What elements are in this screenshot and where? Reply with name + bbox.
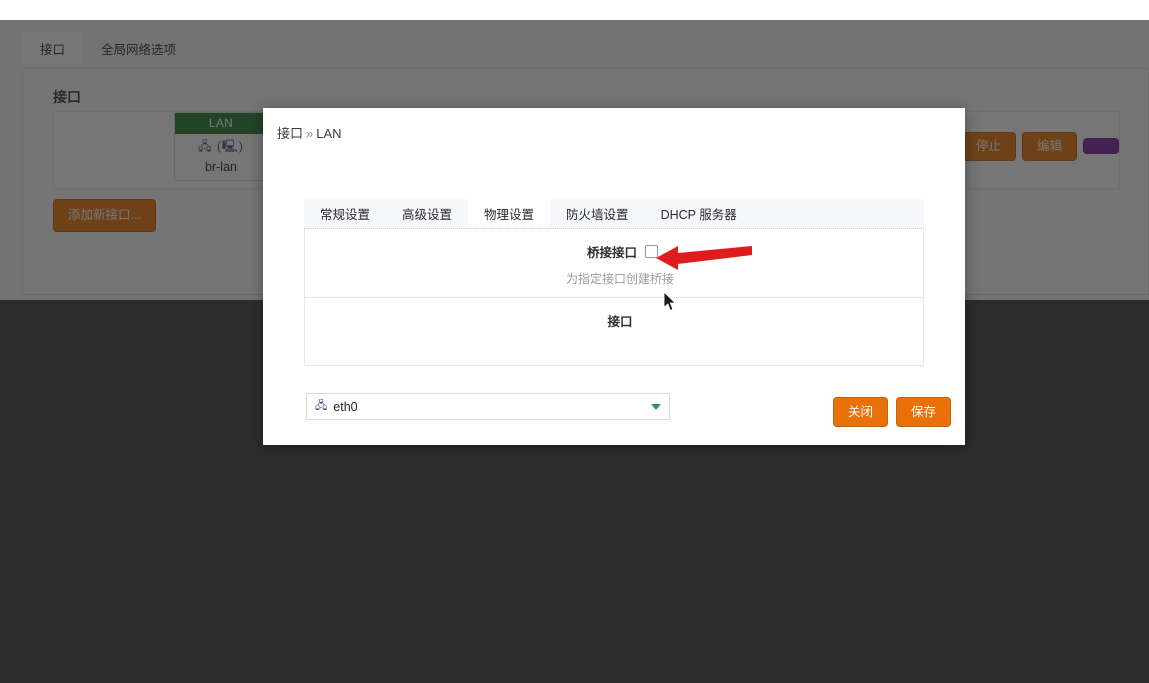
breadcrumb-separator: » — [303, 126, 316, 141]
interface-config-modal: 接口»LAN 常规设置 高级设置 物理设置 防火墙设置 DHCP 服务器 桥接接… — [263, 108, 965, 445]
bridge-label: 桥接接口 — [305, 242, 645, 261]
interface-select[interactable]: 🖧 eth0 — [306, 393, 670, 420]
close-button[interactable]: 关闭 — [833, 397, 888, 428]
bridge-interfaces-row: 桥接接口 为指定接口创建桥接 — [305, 229, 923, 298]
interface-select-row: 接口 🖧 eth0 — [305, 298, 923, 330]
breadcrumb-leaf: LAN — [316, 126, 341, 141]
modal-footer: 关闭 保存 — [833, 397, 951, 428]
breadcrumb-root: 接口 — [277, 126, 303, 141]
bridge-checkbox[interactable] — [645, 245, 658, 258]
tab-dhcp-server[interactable]: DHCP 服务器 — [645, 199, 753, 228]
modal-tab-bar: 常规设置 高级设置 物理设置 防火墙设置 DHCP 服务器 — [304, 199, 924, 229]
tab-advanced-settings[interactable]: 高级设置 — [386, 199, 468, 228]
bridge-description: 为指定接口创建桥接 — [275, 259, 965, 297]
page-root: 接口 全局网络选项 接口 LAN 🖧 (🖳) br-lan 重新启动 停止 编辑 — [0, 20, 1149, 683]
interface-select-value: eth0 — [333, 400, 651, 414]
tab-general-settings[interactable]: 常规设置 — [304, 199, 386, 228]
ethernet-icon: 🖧 — [315, 397, 327, 416]
chevron-down-icon — [651, 404, 661, 410]
interface-select-label: 接口 — [275, 298, 965, 330]
tab-firewall-settings[interactable]: 防火墙设置 — [550, 199, 645, 228]
physical-settings-form: 桥接接口 为指定接口创建桥接 接口 🖧 eth0 — [304, 229, 924, 366]
bridge-field-line: 桥接接口 — [305, 229, 923, 259]
modal-breadcrumb: 接口»LAN — [277, 123, 342, 142]
save-button[interactable]: 保存 — [896, 397, 951, 428]
tab-physical-settings[interactable]: 物理设置 — [468, 199, 550, 228]
